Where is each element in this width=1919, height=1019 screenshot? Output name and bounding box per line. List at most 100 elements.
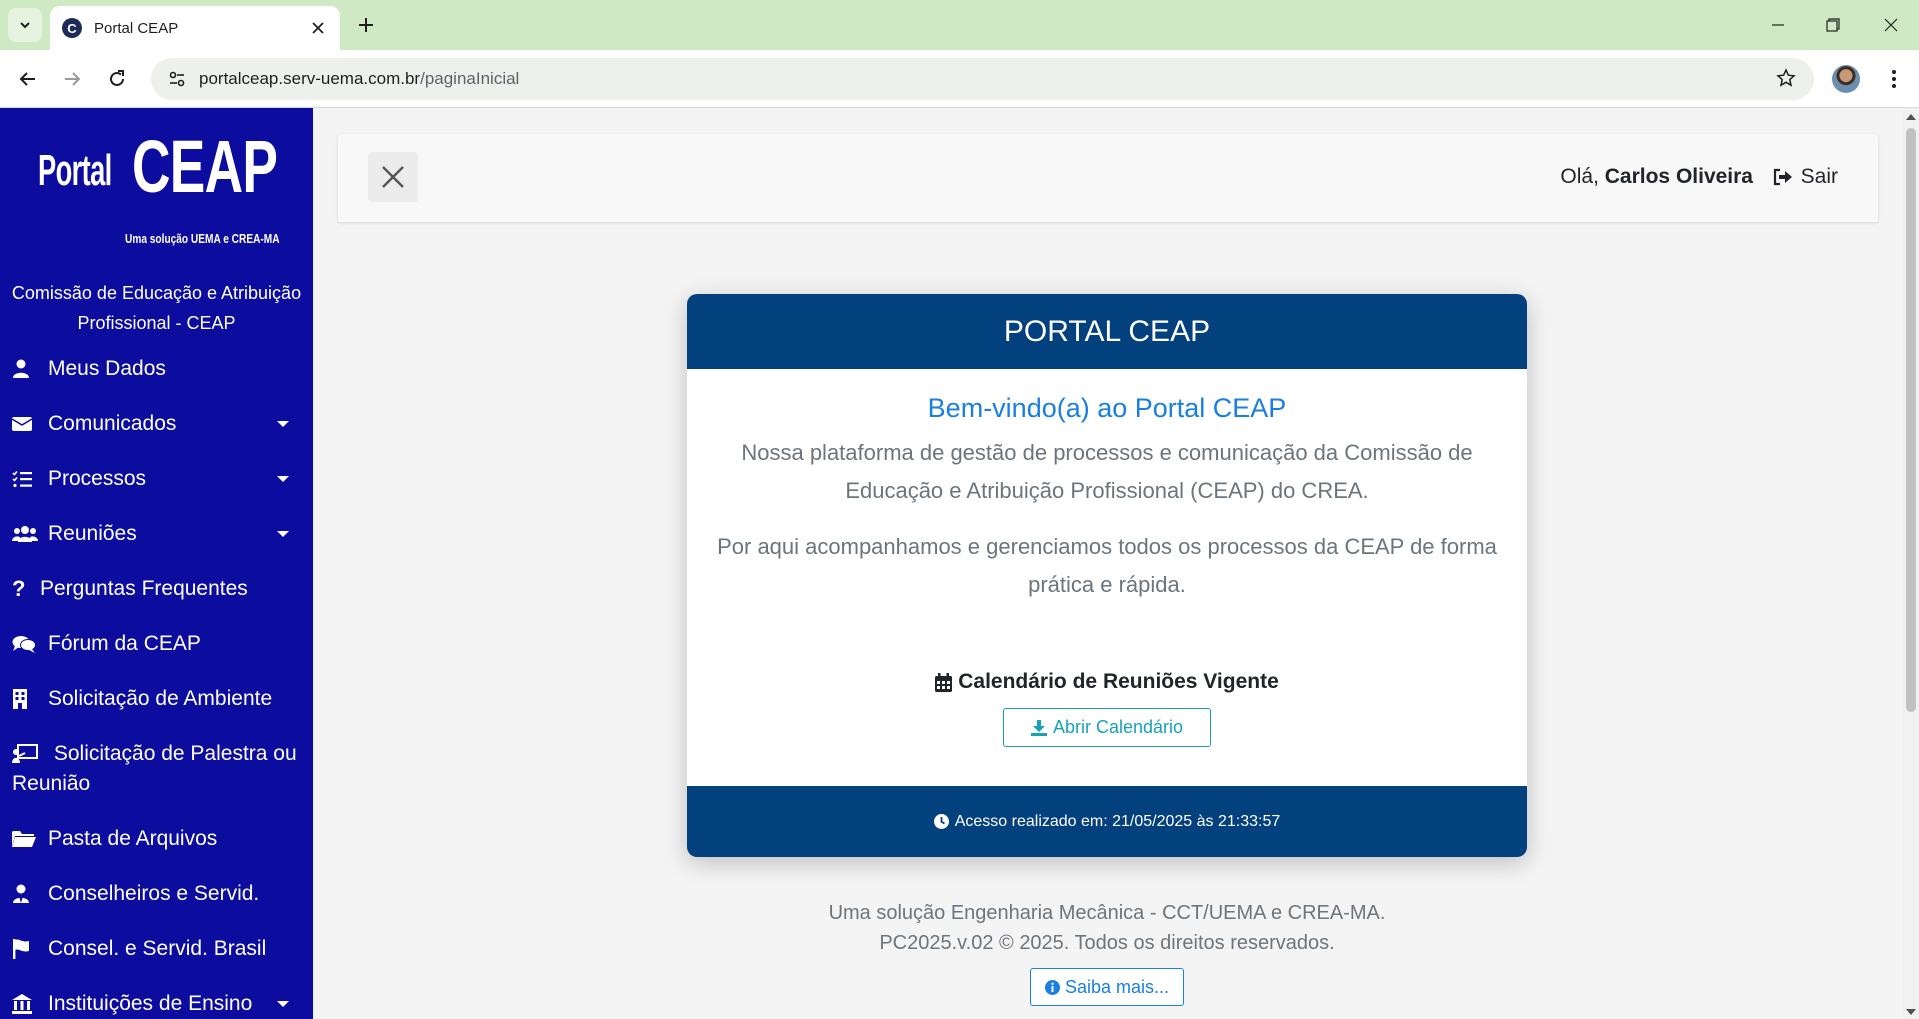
chevron-down-icon: [20, 22, 30, 29]
scroll-down-arrow-icon[interactable]: [1906, 1009, 1916, 1015]
bookmark-star-icon[interactable]: [1776, 68, 1796, 93]
sidebar-item-label: Perguntas Frequentes: [40, 577, 248, 600]
sidebar-item-pasta-arquivos[interactable]: Pasta de Arquivos: [0, 824, 313, 879]
minimize-button[interactable]: [1763, 10, 1793, 40]
sidebar-item-processos[interactable]: Processos: [0, 464, 313, 519]
welcome-paragraph-2: Por aqui acompanhamos e gerenciamos todo…: [717, 534, 1497, 597]
sidebar-menu: Meus Dados Comunicados Processos Reuniõe…: [0, 354, 313, 1019]
window-close-button[interactable]: [1876, 10, 1906, 40]
restore-button[interactable]: [1818, 10, 1848, 40]
sidebar-item-conselheiros[interactable]: Conselheiros e Servid.: [0, 879, 313, 934]
address-bar[interactable]: portalceap.serv-uema.com.br/paginaInicia…: [151, 58, 1814, 100]
back-button[interactable]: [12, 63, 44, 95]
caret-down-icon: [277, 476, 289, 482]
sidebar-item-perguntas-frequentes[interactable]: ? Perguntas Frequentes: [0, 574, 313, 629]
open-calendar-button[interactable]: Abrir Calendário: [1003, 708, 1211, 747]
sidebar-item-comunicados[interactable]: Comunicados: [0, 409, 313, 464]
toggle-sidebar-button[interactable]: [368, 152, 418, 202]
minimize-icon: [1772, 24, 1784, 26]
users-icon: [12, 519, 40, 549]
presentation-icon: [12, 739, 40, 769]
url-host: portalceap.serv-uema.com.br: [199, 69, 421, 88]
browser-toolbar: portalceap.serv-uema.com.br/paginaInicia…: [0, 50, 1919, 108]
sidebar-item-label: Solicitação de Palestra ou Reunião: [12, 742, 297, 795]
url-path: /paginaInicial: [420, 69, 520, 88]
plus-icon: [359, 18, 373, 32]
user-greeting: Olá, Carlos Oliveira: [1560, 165, 1753, 189]
site-info-icon[interactable]: [165, 67, 189, 91]
sidebar-item-meus-dados[interactable]: Meus Dados: [0, 354, 313, 409]
sidebar-item-label: Instituições de Ensino: [48, 992, 253, 1015]
learn-more-label: Saiba mais...: [1064, 976, 1170, 997]
favicon-icon: C: [62, 18, 82, 38]
tab-close-button[interactable]: [308, 18, 328, 38]
logo-subtitle: Uma solução UEMA e CREA-MA: [125, 231, 280, 246]
open-calendar-label: Abrir Calendário: [1052, 717, 1184, 737]
browser-tab[interactable]: C Portal CEAP: [50, 6, 340, 50]
sidebar-item-instituicoes[interactable]: Instituições de Ensino: [0, 989, 313, 1019]
calendar-icon: [935, 672, 953, 692]
user-name: Carlos Oliveira: [1604, 165, 1753, 188]
arrow-right-icon: [65, 72, 81, 86]
profile-avatar[interactable]: [1832, 65, 1860, 93]
top-navbar: Olá, Carlos Oliveira Sair: [338, 134, 1878, 222]
portal-ceap-logo[interactable]: Portal CEAP Uma solução UEMA e CREA-MA: [38, 130, 280, 247]
close-icon: [312, 22, 324, 34]
welcome-title: Bem-vindo(a) ao Portal CEAP: [927, 393, 1287, 423]
sidebar-item-solicitacao-palestra[interactable]: Solicitação de Palestra ou Reunião: [0, 739, 313, 824]
calendar-heading-text: Calendário de Reuniões Vigente: [958, 670, 1279, 693]
sidebar-item-label: Processos: [48, 467, 147, 490]
forward-button[interactable]: [56, 63, 88, 95]
download-icon: [1030, 719, 1047, 736]
close-icon: [1884, 18, 1898, 32]
more-vertical-icon: [1892, 70, 1896, 88]
caret-down-icon: [277, 421, 289, 427]
sidebar-item-label: Pasta de Arquivos: [48, 827, 218, 850]
tab-title: Portal CEAP: [94, 19, 179, 37]
envelope-icon: [12, 409, 40, 439]
sidebar-item-reunioes[interactable]: Reuniões: [0, 519, 313, 574]
logout-label: Sair: [1800, 165, 1838, 188]
browser-menu-button[interactable]: [1880, 65, 1908, 93]
reload-button[interactable]: [101, 63, 133, 95]
card-header: PORTAL CEAP: [687, 294, 1527, 369]
url-text: portalceap.serv-uema.com.br/paginaInicia…: [199, 69, 519, 89]
folder-open-icon: [12, 824, 40, 854]
new-tab-button[interactable]: [352, 11, 380, 39]
caret-down-icon: [277, 1001, 289, 1007]
sidebar: Portal CEAP Uma solução UEMA e CREA-MA C…: [0, 108, 313, 1019]
sidebar-item-label: Fórum da CEAP: [48, 632, 201, 655]
sidebar-item-label: Meus Dados: [48, 357, 166, 380]
sidebar-item-forum[interactable]: Fórum da CEAP: [0, 629, 313, 684]
university-icon: [12, 989, 40, 1019]
access-timestamp: Acesso realizado em: 21/05/2025 às 21:33…: [954, 812, 1281, 830]
welcome-paragraph-1: Nossa plataforma de gestão de processos …: [741, 440, 1473, 503]
user-tie-icon: [12, 879, 40, 909]
sign-out-icon: [1773, 168, 1792, 186]
reload-icon: [110, 70, 124, 86]
sidebar-item-consel-brasil[interactable]: Consel. e Servid. Brasil: [0, 934, 313, 989]
main-content: Olá, Carlos Oliveira Sair PORTAL CEAP Be…: [313, 108, 1903, 1019]
user-icon: [12, 354, 40, 384]
tab-search-button[interactable]: [8, 8, 42, 42]
logout-link[interactable]: Sair: [1773, 165, 1838, 189]
organization-name: Comissão de Educação e Atribuição Profis…: [11, 283, 302, 333]
scroll-up-arrow-icon[interactable]: [1906, 114, 1916, 120]
page-footer: Uma solução Engenharia Mecânica - CCT/UE…: [687, 898, 1527, 958]
list-icon: [12, 464, 40, 494]
learn-more-button[interactable]: Saiba mais...: [1030, 968, 1184, 1006]
page-scrollbar[interactable]: [1903, 108, 1919, 1019]
greeting-prefix: Olá,: [1560, 165, 1599, 188]
info-icon: [1044, 979, 1060, 995]
card-footer: Acesso realizado em: 21/05/2025 às 21:33…: [687, 786, 1527, 857]
calendar-heading: Calendário de Reuniões Vigente: [687, 670, 1527, 694]
logo-portal-text: Portal: [38, 146, 112, 195]
sidebar-item-label: Consel. e Servid. Brasil: [48, 937, 267, 960]
scrollbar-thumb[interactable]: [1906, 128, 1916, 712]
question-icon: ?: [12, 576, 26, 601]
sidebar-item-label: Reuniões: [48, 522, 137, 545]
sidebar-item-solicitacao-ambiente[interactable]: Solicitação de Ambiente: [0, 684, 313, 739]
caret-down-icon: [277, 531, 289, 537]
footer-line-2: PC2025.v.02 © 2025. Todos os direitos re…: [879, 932, 1335, 954]
sidebar-item-label: Solicitação de Ambiente: [48, 687, 273, 710]
